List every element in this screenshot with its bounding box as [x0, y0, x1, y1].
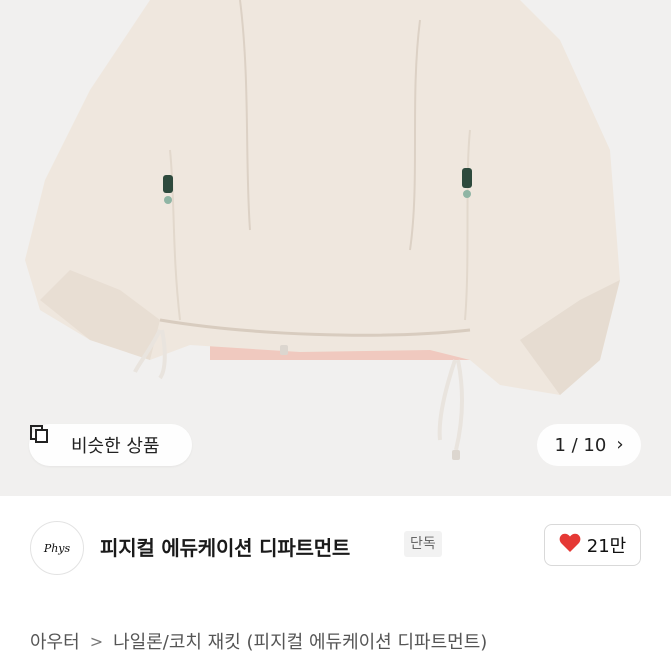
similar-items-icon: [30, 425, 63, 455]
breadcrumb: 아우터 > 나일론/코치 재킷 (피지컬 에듀케이션 디파트먼트): [30, 628, 487, 654]
similar-products-button[interactable]: 비슷한 상품: [29, 424, 192, 466]
brand-name[interactable]: 피지컬 에듀케이션 디파트먼트: [100, 532, 350, 561]
breadcrumb-category[interactable]: 아우터: [30, 628, 80, 654]
image-pager[interactable]: 1 / 10 ›: [537, 424, 641, 466]
heart-icon: [559, 533, 581, 558]
product-photo: [25, 0, 620, 460]
brand-logo-mark: Phys: [43, 542, 71, 555]
chevron-right-icon: ›: [616, 434, 624, 455]
exclusive-badge: 단독: [404, 531, 442, 557]
svg-text:Phys: Phys: [43, 542, 71, 555]
brand-logo[interactable]: Phys: [30, 521, 84, 575]
brand-row: Phys 피지컬 에듀케이션 디파트먼트 단독 21만: [0, 496, 671, 600]
breadcrumb-subcategory[interactable]: 나일론/코치 재킷 (피지컬 에듀케이션 디파트먼트): [113, 628, 487, 654]
pager-text: 1 / 10: [554, 434, 607, 456]
breadcrumb-separator: >: [89, 631, 104, 651]
similar-products-label: 비슷한 상품: [71, 436, 160, 457]
product-image-carousel[interactable]: 비슷한 상품 1 / 10 ›: [0, 0, 671, 496]
like-count: 21만: [586, 536, 627, 557]
like-button[interactable]: 21만: [544, 524, 641, 566]
